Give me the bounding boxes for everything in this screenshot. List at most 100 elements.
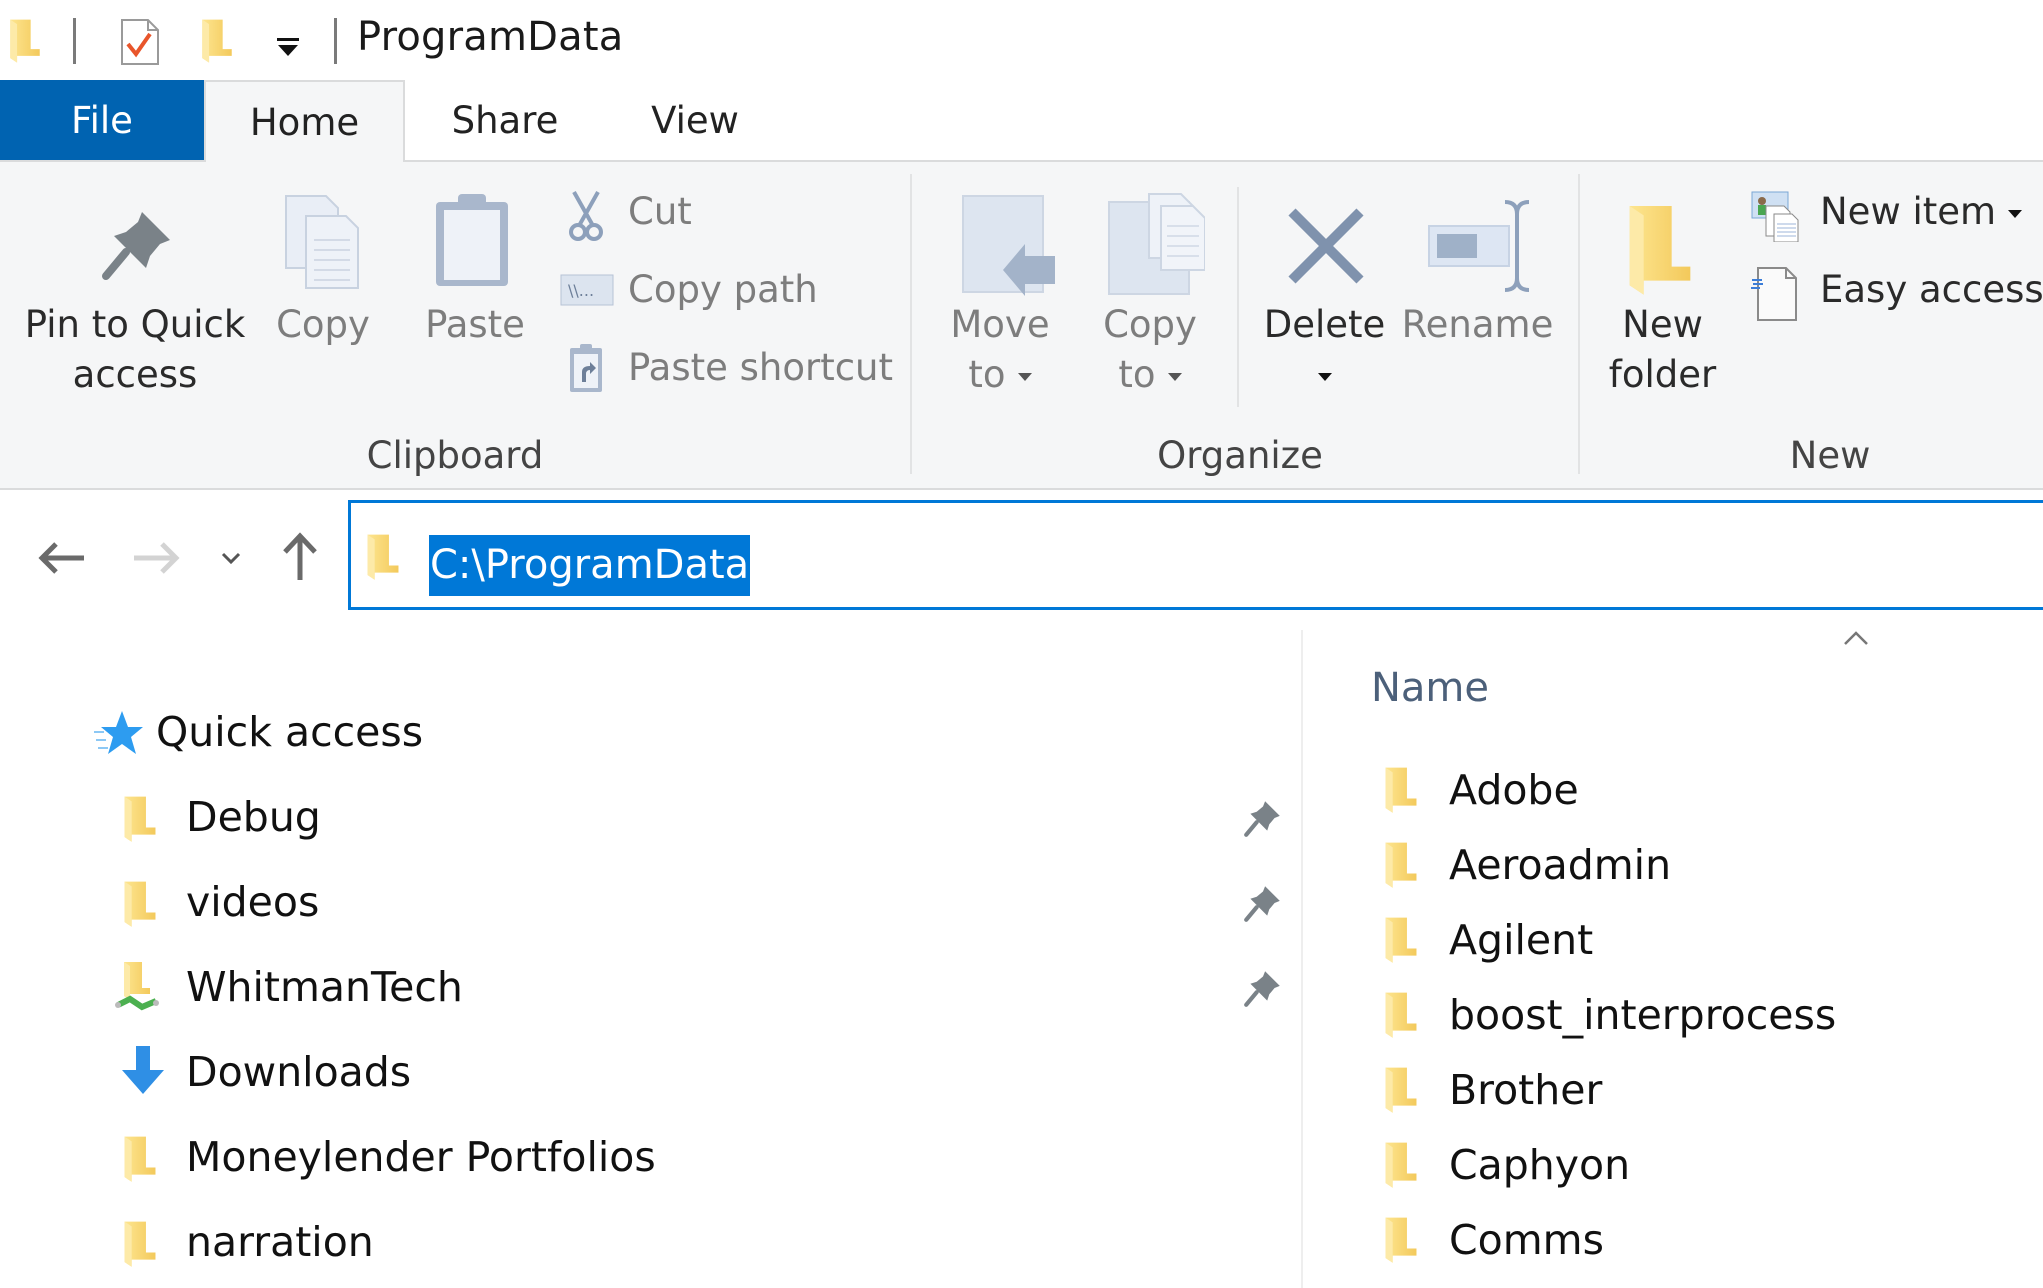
new-folder-icon[interactable] <box>200 16 234 64</box>
sort-ascending-icon <box>1843 630 1869 646</box>
folder-icon[interactable] <box>8 16 42 64</box>
folder-icon <box>1383 1214 1419 1264</box>
ribbon-tabs: File Home Share View <box>0 80 2043 164</box>
file-list: Name Adobe Aeroadmin Agilent boost_inter… <box>1303 620 2043 1288</box>
recent-locations-chevron-icon[interactable] <box>220 550 242 566</box>
file-name: Aeroadmin <box>1449 841 1672 889</box>
list-item[interactable]: boost_interprocess <box>1303 979 2043 1051</box>
list-item[interactable]: Adobe <box>1303 754 2043 826</box>
list-item[interactable]: Brother <box>1303 1054 2043 1126</box>
address-bar-input[interactable]: C:\ProgramData <box>348 500 2043 610</box>
tab-home[interactable]: Home <box>204 80 405 164</box>
pin-to-quick-access-button[interactable]: Pin to Quick access <box>10 182 260 422</box>
delete-dropdown[interactable] <box>1262 350 1387 400</box>
move-to-icon <box>962 195 1055 296</box>
copy-to-button[interactable]: Copy to <box>1085 182 1215 422</box>
quick-access-star-icon <box>94 711 143 754</box>
list-item[interactable]: Aeroadmin <box>1303 829 2043 901</box>
ribbon-home: Pin to Quick access Copy Paste Cut \\...… <box>0 162 2043 490</box>
copy-path-icon: \\... <box>560 274 614 306</box>
folder-icon <box>1383 989 1419 1039</box>
list-item[interactable]: Comms <box>1303 1204 2043 1276</box>
move-to-label-line1: Move <box>950 303 1050 346</box>
up-arrow-icon[interactable] <box>280 532 320 582</box>
move-to-label-text: to <box>968 353 1006 396</box>
tab-file[interactable]: File <box>0 80 204 160</box>
chevron-down-icon <box>1317 372 1332 381</box>
clipboard-group-label: Clipboard <box>366 434 544 477</box>
paste-shortcut-icon <box>570 344 602 392</box>
navigation-bar: C:\ProgramData <box>0 490 2043 620</box>
delete-label: Delete <box>1263 303 1386 346</box>
scissors-icon <box>569 191 603 241</box>
back-arrow-icon[interactable] <box>38 540 86 576</box>
file-name: Caphyon <box>1449 1141 1631 1189</box>
nav-item-moneylender-portfolios[interactable]: Moneylender Portfolios <box>0 1117 1300 1197</box>
nav-item-videos[interactable]: videos <box>0 862 1300 942</box>
copy-button[interactable]: Copy <box>268 182 378 422</box>
toolbar-separator <box>73 18 76 64</box>
group-separator <box>1578 174 1580 474</box>
move-to-button[interactable]: Move to <box>935 182 1065 422</box>
pin-label-line2: access <box>72 353 198 396</box>
copy-to-label-line2: to <box>1085 350 1215 400</box>
address-path-selected: C:\ProgramData <box>429 535 751 596</box>
chevron-down-icon <box>2008 209 2023 218</box>
copy-to-icon <box>1108 193 1205 295</box>
properties-checkmark-icon[interactable] <box>120 18 160 66</box>
new-folder-button[interactable]: New folder <box>1595 182 1730 422</box>
folder-icon <box>1383 914 1419 964</box>
forward-arrow-icon[interactable] <box>132 540 180 576</box>
chevron-down-icon <box>1167 372 1182 381</box>
nav-label: videos <box>186 878 320 926</box>
column-header-name[interactable]: Name <box>1371 658 2011 718</box>
tab-share[interactable]: Share <box>420 80 590 162</box>
folder-icon <box>1383 1064 1419 1114</box>
customize-dropdown-icon[interactable] <box>275 38 301 58</box>
list-item[interactable]: Agilent <box>1303 904 2043 976</box>
folder-icon <box>122 878 158 928</box>
group-separator <box>910 174 912 474</box>
folder-icon <box>365 531 401 581</box>
nav-item-whitmantech[interactable]: WhitmanTech <box>0 947 1300 1027</box>
nav-item-quick-access[interactable]: Quick access <box>0 692 1300 772</box>
nav-label: Quick access <box>156 708 424 756</box>
new-item-label: New item <box>1820 190 2023 233</box>
download-arrow-icon <box>122 1046 164 1094</box>
nav-label: Downloads <box>186 1048 412 1096</box>
file-name: Brother <box>1449 1066 1603 1114</box>
easy-access-text: Easy access <box>1820 268 2043 311</box>
pin-label-line1: Pin to Quick <box>24 303 246 346</box>
new-folder-label-line1: New <box>1622 303 1703 346</box>
file-name: Agilent <box>1449 916 1594 964</box>
nav-label: Moneylender Portfolios <box>186 1133 656 1181</box>
file-name: boost_interprocess <box>1449 991 1837 1039</box>
copy-label: Copy <box>276 303 370 346</box>
folder-icon <box>1383 839 1419 889</box>
nav-item-downloads[interactable]: Downloads <box>0 1032 1300 1112</box>
new-item-icon <box>1751 191 1799 242</box>
copy-to-label-line1: Copy <box>1103 303 1197 346</box>
list-item[interactable]: Caphyon <box>1303 1129 2043 1201</box>
rename-icon <box>1428 200 1530 292</box>
paste-button[interactable]: Paste <box>420 182 530 422</box>
chevron-down-icon <box>1017 372 1032 381</box>
new-folder-icon <box>1625 198 1695 298</box>
nav-label: narration <box>186 1218 374 1266</box>
pin-icon[interactable] <box>1242 797 1284 839</box>
nav-item-debug[interactable]: Debug <box>0 777 1300 857</box>
pin-icon[interactable] <box>1242 882 1284 924</box>
delete-button[interactable]: Delete <box>1262 182 1387 422</box>
nav-item-narration[interactable]: narration <box>0 1202 1300 1282</box>
pin-icon[interactable] <box>1242 967 1284 1009</box>
folder-icon <box>122 793 158 843</box>
paste-icon <box>436 194 508 286</box>
rename-button[interactable]: Rename <box>1400 182 1555 422</box>
organize-inner-separator <box>1237 187 1239 407</box>
paste-shortcut-label: Paste shortcut <box>628 346 894 389</box>
rename-label: Rename <box>1401 303 1554 346</box>
pin-icon <box>98 204 178 284</box>
organize-group-label: Organize <box>1157 434 1323 477</box>
new-item-text: New item <box>1820 190 1997 233</box>
tab-view[interactable]: View <box>620 80 770 162</box>
